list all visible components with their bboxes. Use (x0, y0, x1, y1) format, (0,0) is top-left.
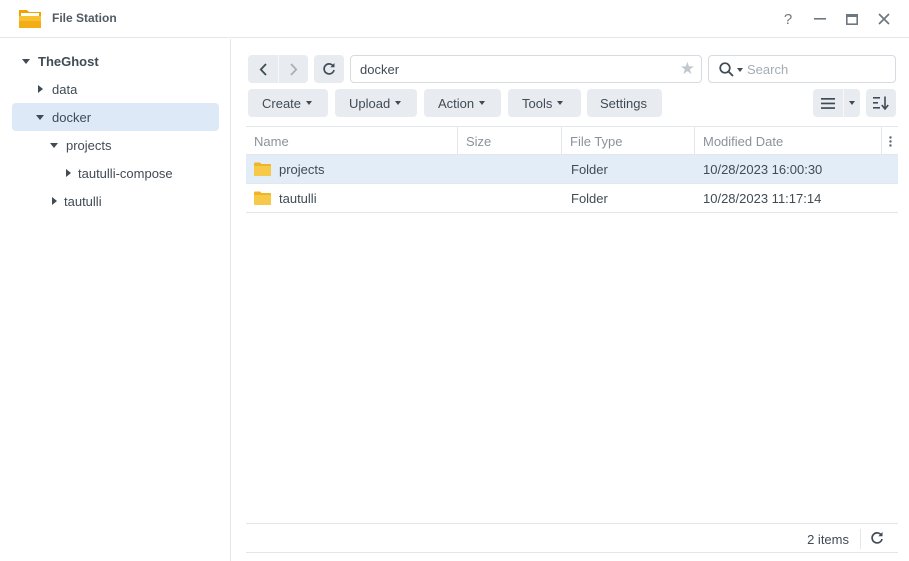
chevron-left-icon (259, 62, 267, 76)
file-list: Name Size File Type Modified Date projec… (246, 126, 898, 554)
tree-item-label: projects (66, 137, 112, 153)
file-type: Folder (571, 190, 608, 206)
search-field[interactable] (708, 55, 896, 83)
star-icon[interactable]: ★ (680, 60, 695, 78)
column-header-modified-date[interactable]: Modified Date (695, 127, 882, 155)
file-name: tautulli (279, 190, 317, 206)
create-label: Create (262, 95, 302, 111)
minimize-button[interactable] (810, 9, 830, 29)
table-row[interactable]: projects Folder 10/28/2023 16:00:30 (246, 155, 898, 184)
maximize-icon (846, 13, 858, 25)
help-icon: ? (783, 10, 793, 28)
refresh-button[interactable] (314, 55, 344, 83)
maximize-button[interactable] (842, 9, 862, 29)
tree-item-label: tautulli-compose (78, 165, 173, 181)
tree-item-docker[interactable]: docker (12, 103, 219, 131)
action-label: Action (438, 95, 475, 111)
chevron-down-icon (557, 101, 564, 105)
upload-label: Upload (349, 95, 391, 111)
close-icon (878, 13, 890, 25)
table-row[interactable]: tautulli Folder 10/28/2023 11:17:14 (246, 184, 898, 213)
search-input[interactable] (747, 60, 887, 78)
back-button[interactable] (248, 55, 278, 83)
upload-button[interactable]: Upload (335, 89, 417, 117)
create-button[interactable]: Create (248, 89, 328, 117)
column-header-name[interactable]: Name (246, 127, 458, 155)
close-button[interactable] (874, 9, 894, 29)
tree-item-data[interactable]: data (38, 75, 218, 103)
folder-icon (254, 191, 271, 205)
sort-icon (872, 96, 889, 110)
minimize-icon (814, 18, 826, 20)
view-options-dropdown[interactable] (844, 89, 860, 117)
search-icon[interactable] (719, 62, 734, 77)
tree-item-label: tautulli (64, 193, 102, 209)
folder-tree: TheGhost data docker projects tautulli-c… (0, 39, 231, 561)
file-station-icon (19, 10, 41, 28)
settings-label: Settings (600, 95, 647, 111)
more-vertical-icon (888, 135, 892, 147)
action-button[interactable]: Action (424, 89, 501, 117)
chevron-right-icon (289, 62, 297, 76)
path-field[interactable]: docker ★ (350, 55, 702, 83)
file-modified-date: 10/28/2023 16:00:30 (703, 161, 823, 177)
expand-arrow-icon[interactable] (36, 114, 44, 120)
tree-item-theghost[interactable]: TheGhost (22, 47, 222, 75)
path-text: docker (360, 62, 400, 77)
file-list-header: Name Size File Type Modified Date (246, 127, 898, 155)
expand-arrow-icon[interactable] (50, 142, 58, 148)
forward-button[interactable] (278, 55, 308, 83)
divider (860, 529, 861, 549)
column-header-size[interactable]: Size (458, 127, 562, 155)
tree-item-tautulli-compose[interactable]: tautulli-compose (66, 159, 221, 187)
chevron-down-icon (395, 101, 402, 105)
app-title: File Station (52, 11, 117, 25)
tree-item-tautulli[interactable]: tautulli (52, 187, 222, 215)
history-nav (248, 55, 308, 83)
item-count: 2 items (807, 532, 849, 547)
collapse-arrow-icon[interactable] (66, 169, 71, 177)
title-bar: File Station ? (0, 0, 909, 38)
file-name: projects (279, 161, 325, 177)
settings-button[interactable]: Settings (587, 89, 662, 117)
column-header-file-type[interactable]: File Type (562, 127, 695, 155)
view-mode-selector (813, 89, 860, 117)
refresh-icon (323, 63, 335, 75)
collapse-arrow-icon[interactable] (38, 85, 43, 93)
tree-item-projects[interactable]: projects (50, 131, 220, 159)
folder-icon (254, 162, 271, 176)
chevron-down-icon (306, 101, 313, 105)
chevron-down-icon (479, 101, 486, 105)
tools-button[interactable]: Tools (508, 89, 581, 117)
status-bar: 2 items (246, 523, 898, 553)
refresh-icon[interactable] (870, 531, 884, 545)
help-button[interactable]: ? (778, 9, 798, 29)
collapse-arrow-icon[interactable] (52, 197, 57, 205)
tree-item-label: data (52, 81, 78, 97)
expand-arrow-icon[interactable] (22, 58, 30, 64)
list-view-button[interactable] (813, 89, 844, 117)
sort-button[interactable] (866, 89, 896, 117)
list-view-icon (821, 97, 835, 109)
tools-label: Tools (522, 95, 553, 111)
column-options-button[interactable] (882, 127, 898, 155)
chevron-down-icon[interactable] (737, 68, 743, 72)
tree-item-label: docker (52, 109, 92, 125)
tree-item-label: TheGhost (38, 53, 99, 69)
chevron-down-icon (849, 101, 855, 105)
file-type: Folder (571, 161, 608, 177)
file-modified-date: 10/28/2023 11:17:14 (703, 190, 822, 206)
